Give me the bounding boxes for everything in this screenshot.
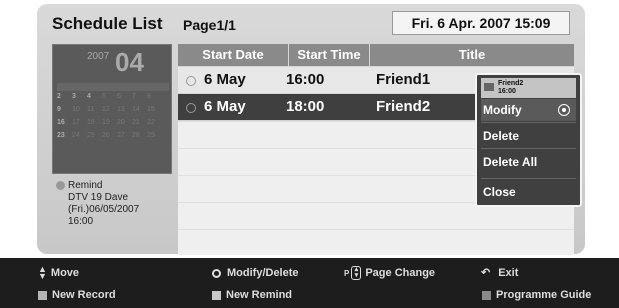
datetime-display: Fri. 6 Apr. 2007 15:09 [392, 11, 570, 35]
popup-header: Friend2 16:00 [481, 78, 576, 98]
menu-item-close[interactable]: Close [481, 181, 576, 203]
radio-selected-icon [558, 104, 570, 116]
calendar-week: 2345678 [57, 93, 151, 100]
page-updown-icon: ▴ ▾ [351, 266, 362, 281]
column-header-title: Title [370, 44, 574, 66]
calendar-grid: 2345678 9 10 11 12 13 14 15 16 17 18 19 20 21 22 23 2… [57, 93, 169, 145]
hint-exit: ↶ Exit [481, 267, 519, 279]
empty-row [178, 229, 574, 255]
popup-title: Friend2 [498, 80, 524, 87]
up-down-arrow-icon: ▲ ▼ [38, 264, 47, 282]
divider [481, 178, 576, 179]
calendar-week: 16 17 18 19 20 21 22 [57, 119, 155, 126]
red-button-icon [38, 290, 47, 300]
calendar-week: 9 10 11 12 13 14 15 [57, 106, 155, 113]
hint-page-change: P ▴ ▾ Page Change [344, 266, 436, 281]
popup-subtitle: 16:00 [498, 88, 516, 95]
return-arrow-icon: ↶ [481, 267, 491, 279]
remind-time: 16:00 [68, 216, 94, 227]
clock-icon [186, 103, 196, 113]
menu-item-delete[interactable]: Delete [481, 125, 576, 147]
remind-info: Remind DTV 19 Dave (Fri.)06/05/2007 16:0… [56, 180, 139, 228]
start-date: 6 May [204, 71, 246, 88]
mini-calendar: 2007 04 2345678 9 10 11 12 13 14 15 16 17 18 19 20… [52, 44, 172, 174]
green-button-icon [212, 290, 221, 300]
start-time: 16:00 [286, 71, 325, 88]
hint-modify-delete: Modify/Delete [212, 266, 299, 280]
title: Friend1 [376, 71, 431, 88]
clock-icon [56, 180, 65, 190]
remind-date: (Fri.)06/05/2007 [68, 204, 140, 215]
calendar-week: 23 24 25 26 27 28 29 [57, 132, 155, 139]
start-time: 18:00 [286, 98, 325, 115]
divider [481, 148, 576, 149]
hint-new-remind: New Remind [212, 288, 292, 302]
ok-button-icon [212, 268, 221, 278]
divider [481, 122, 576, 123]
tv-icon [484, 83, 494, 91]
key-guide-bar: ▲ ▼ Move Modify/Delete P ▴ ▾ Page Change ↶ Exi… [0, 258, 619, 308]
p-key-label: P [344, 269, 350, 278]
remind-label: Remind [68, 180, 103, 191]
calendar-year: 2007 [87, 51, 110, 62]
remind-channel: DTV 19 Dave [68, 192, 129, 203]
calendar-day: 04 [115, 47, 144, 77]
options-popup: Friend2 16:00 Modify Delete Delete All Cl… [475, 73, 582, 207]
menu-item-modify[interactable]: Modify [481, 99, 576, 121]
title: Friend2 [376, 98, 431, 115]
menu-item-delete-all[interactable]: Delete All [481, 151, 576, 173]
hint-move: ▲ ▼ Move [38, 264, 80, 282]
start-date: 6 May [204, 98, 246, 115]
column-header-start-time: Start Time [289, 44, 369, 66]
screen: Schedule List Page1/1 Fri. 6 Apr. 2007 1… [0, 0, 619, 308]
calendar-weekday-header [57, 83, 169, 91]
page-title: Schedule List [52, 14, 163, 33]
column-header-start-date: Start Date [178, 44, 288, 66]
hint-new-record: New Record [38, 288, 116, 302]
page-indicator: Page1/1 [183, 17, 236, 33]
hint-programme-guide: Programme Guide [482, 288, 591, 302]
blue-button-icon [482, 290, 491, 300]
clock-icon [186, 76, 196, 86]
